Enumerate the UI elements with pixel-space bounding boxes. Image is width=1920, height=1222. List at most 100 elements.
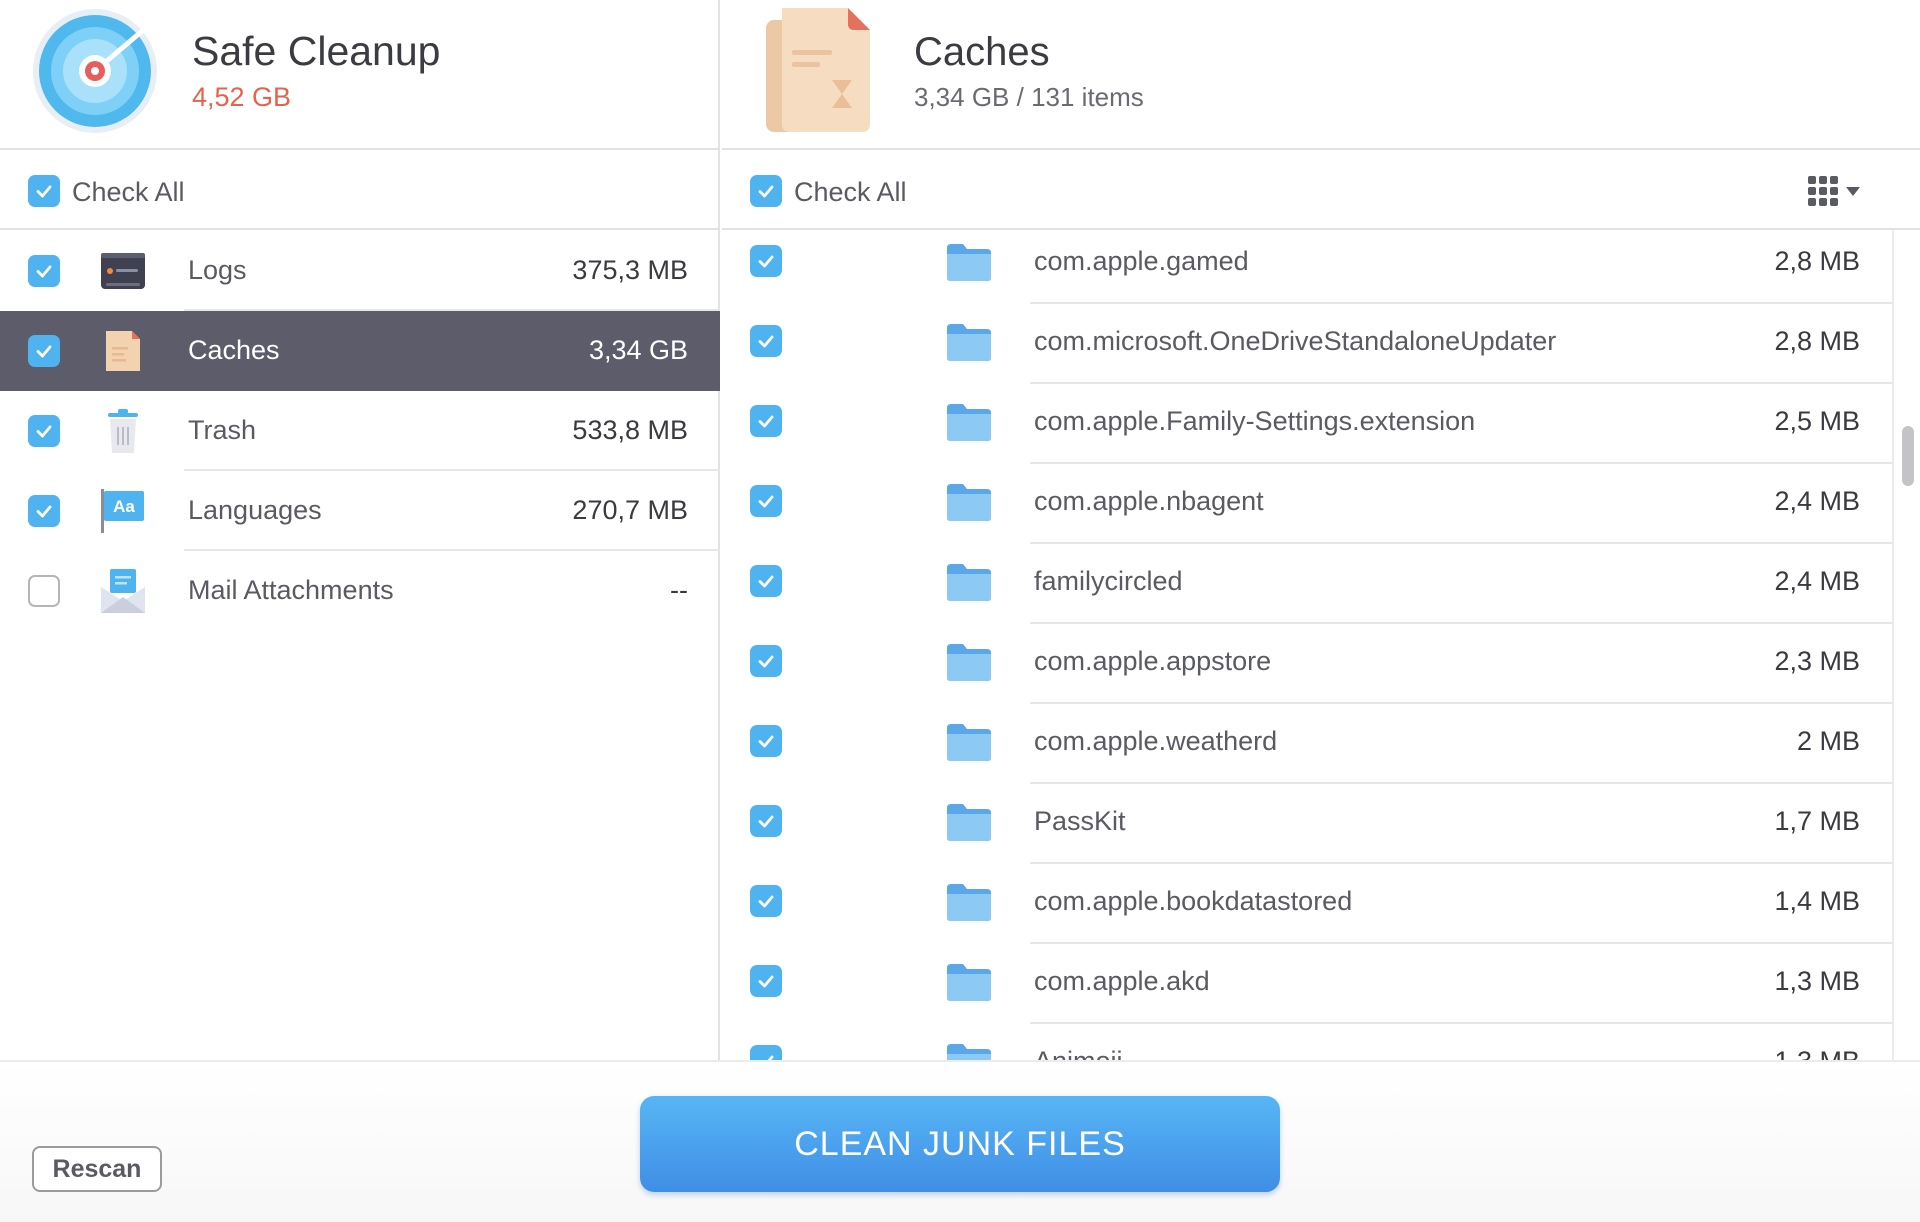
checkmark-icon — [36, 345, 52, 358]
row-divider — [1030, 862, 1892, 864]
checkmark-icon — [767, 1055, 774, 1060]
category-name: Languages — [188, 495, 322, 525]
file-checkbox[interactable] — [750, 325, 782, 357]
file-checkbox[interactable] — [750, 965, 782, 997]
file-row[interactable]: com.apple.gamed 2,8 MB — [722, 230, 1892, 310]
file-name: familycircled — [1034, 566, 1183, 596]
check-all-label: Check All — [72, 177, 185, 207]
languages-icon-text: Aa — [113, 497, 135, 516]
checkmark-icon — [36, 185, 52, 198]
file-row[interactable]: PassKit 1,7 MB — [722, 790, 1892, 870]
category-checkbox[interactable] — [28, 335, 60, 367]
section-title: Caches — [914, 30, 1050, 74]
check-all-label: Check All — [794, 177, 907, 207]
category-name: Caches — [188, 335, 280, 365]
file-row[interactable]: com.apple.Family-Settings.extension 2,5 M… — [722, 390, 1892, 470]
category-name: Trash — [188, 415, 257, 445]
file-name: Animoji — [1034, 1046, 1123, 1060]
file-row[interactable]: com.apple.weatherd 2 MB — [722, 710, 1892, 790]
section-summary: 3,34 GB / 131 items — [914, 82, 1144, 113]
check-all-checkbox[interactable] — [750, 175, 782, 207]
file-name: com.apple.appstore — [1034, 646, 1272, 676]
safe-cleanup-logo-icon — [33, 9, 157, 133]
checkmark-icon — [758, 895, 774, 908]
rescan-button[interactable]: Rescan — [32, 1146, 162, 1192]
category-row-mail-attachments[interactable]: Mail Attachments -- — [0, 551, 720, 631]
checkmark-icon — [758, 655, 774, 668]
app-header: Safe Cleanup 4,52 GB — [0, 0, 720, 150]
category-checkbox[interactable] — [28, 255, 60, 287]
checkmark-icon — [36, 265, 52, 278]
file-row[interactable]: com.apple.nbagent 2,4 MB — [722, 470, 1892, 550]
folder-icon — [947, 564, 991, 601]
checkmark-icon — [758, 185, 774, 198]
category-row-trash[interactable]: Trash 533,8 MB — [0, 391, 720, 471]
folder-icon — [947, 484, 991, 521]
category-row-languages[interactable]: Aa Languages 270,7 MB — [0, 471, 720, 551]
file-checkbox[interactable] — [750, 485, 782, 517]
checkmark-icon — [758, 255, 774, 268]
clean-junk-files-button[interactable]: CLEAN JUNK FILES — [640, 1096, 1280, 1192]
grid-view-dropdown-icon[interactable] — [1806, 172, 1868, 212]
file-size: 2,8 MB — [1774, 326, 1860, 356]
folder-icon — [947, 644, 991, 681]
checkmark-icon — [758, 575, 774, 588]
safe-cleanup-window: Safe Cleanup 4,52 GB Check All Logs 375,… — [0, 0, 1920, 1222]
logs-icon — [101, 253, 145, 289]
category-size: -- — [670, 575, 688, 605]
category-size: 533,8 MB — [572, 415, 688, 445]
checkmark-icon — [36, 425, 52, 438]
file-name: com.apple.akd — [1034, 966, 1210, 996]
file-size: 1,7 MB — [1774, 806, 1860, 836]
file-row[interactable]: familycircled 2,4 MB — [722, 550, 1892, 630]
file-row[interactable]: com.apple.appstore 2,3 MB — [722, 630, 1892, 710]
checkmark-icon — [758, 415, 774, 428]
checkmark-icon — [758, 735, 774, 748]
check-all-checkbox[interactable] — [28, 175, 60, 207]
file-name: com.apple.bookdatastored — [1034, 886, 1353, 916]
languages-icon: Aa — [101, 489, 144, 533]
scrollbar-thumb[interactable] — [1902, 426, 1914, 486]
file-name: com.apple.weatherd — [1034, 726, 1278, 756]
row-divider — [1030, 462, 1892, 464]
file-checkbox[interactable] — [750, 725, 782, 757]
footer-bar: Rescan CLEAN JUNK FILES — [0, 1060, 1920, 1222]
file-list-scrollbar[interactable] — [1892, 230, 1920, 1060]
file-name: com.apple.Family-Settings.extension — [1034, 406, 1476, 436]
row-divider — [1030, 382, 1892, 384]
row-divider — [1030, 302, 1892, 304]
categories-pane: Safe Cleanup 4,52 GB Check All Logs 375,… — [0, 0, 720, 1060]
category-checkbox[interactable] — [28, 495, 60, 527]
file-row[interactable]: com.microsoft.OneDriveStandaloneUpdater 2… — [722, 310, 1892, 390]
file-checkbox[interactable] — [750, 1045, 782, 1060]
folder-icon — [947, 404, 991, 441]
file-checkbox[interactable] — [750, 645, 782, 677]
category-row-caches[interactable]: Caches 3,34 GB — [0, 311, 720, 391]
file-checkbox[interactable] — [750, 805, 782, 837]
file-size: 2,4 MB — [1774, 566, 1860, 596]
category-checkbox[interactable] — [28, 415, 60, 447]
checkmark-icon — [758, 815, 774, 828]
file-checkbox[interactable] — [750, 245, 782, 277]
caches-icon — [106, 331, 140, 371]
folder-icon — [947, 324, 991, 361]
file-row[interactable]: Animoji 1,3 MB — [722, 1030, 1892, 1060]
file-row[interactable]: com.apple.akd 1,3 MB — [722, 950, 1892, 1030]
folder-icon — [947, 804, 991, 841]
row-divider — [1030, 702, 1892, 704]
file-size: 2,5 MB — [1774, 406, 1860, 436]
files-check-all[interactable]: Check All — [722, 152, 1920, 230]
category-checkbox[interactable] — [28, 575, 60, 607]
file-name: com.apple.nbagent — [1034, 486, 1264, 516]
file-row[interactable]: com.apple.bookdatastored 1,4 MB — [722, 870, 1892, 950]
file-checkbox[interactable] — [750, 405, 782, 437]
category-row-logs[interactable]: Logs 375,3 MB — [0, 231, 720, 311]
checkmark-icon — [758, 495, 774, 508]
file-name: com.apple.gamed — [1034, 246, 1249, 276]
categories-check-all[interactable]: Check All — [0, 152, 720, 230]
folder-icon — [947, 724, 991, 761]
details-pane: Caches 3,34 GB / 131 items Check All com… — [722, 0, 1920, 1060]
file-checkbox[interactable] — [750, 885, 782, 917]
file-size: 2 MB — [1796, 726, 1860, 756]
file-checkbox[interactable] — [750, 565, 782, 597]
